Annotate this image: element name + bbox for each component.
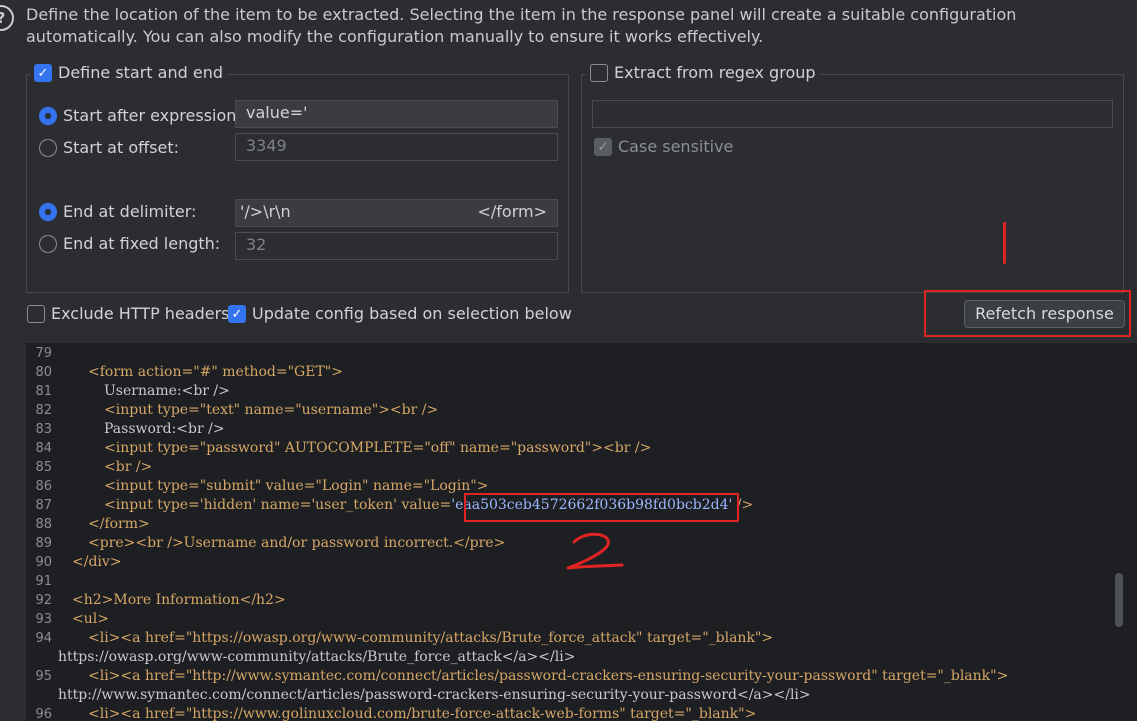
exclude-headers-label: Exclude HTTP headers: [51, 304, 230, 323]
line-number: 91: [35, 574, 52, 589]
end-fixed-radio[interactable]: [39, 235, 57, 253]
line-number: 86: [35, 479, 52, 494]
define-start-end-checkbox[interactable]: ✓: [34, 64, 52, 82]
define-start-end-label: Define start and end: [58, 63, 223, 82]
end-delimiter-input[interactable]: '/>\r\n </form>: [235, 199, 558, 227]
start-offset-label: Start at offset:: [63, 138, 179, 157]
regex-group-header: Extract from regex group: [586, 63, 820, 83]
line-number: 80: [35, 365, 52, 380]
start-after-input[interactable]: value=': [235, 100, 558, 128]
code-line: <li><a href="http://www.symantec.com/con…: [88, 668, 1009, 684]
code-line: <h2>More Information</h2>: [72, 592, 286, 608]
code-line: <li><a href="https://www.golinuxcloud.co…: [88, 706, 757, 721]
line-number: 88: [35, 517, 52, 532]
start-after-label: Start after expression:: [63, 106, 242, 125]
exclude-headers-checkbox[interactable]: [27, 305, 45, 323]
code-line: Password:<br />: [104, 421, 225, 437]
start-offset-input[interactable]: 3349: [235, 133, 558, 161]
end-delimiter-radio[interactable]: [39, 203, 57, 221]
code-line: Username:<br />: [104, 383, 230, 399]
code-line: <li><a href="https://owasp.org/www-commu…: [88, 630, 774, 646]
line-gutter: [26, 343, 54, 721]
end-fixed-label: End at fixed length:: [63, 234, 221, 253]
token-highlight-box: [464, 493, 739, 522]
line-number: 93: [35, 612, 52, 627]
update-config-checkbox[interactable]: ✓: [228, 305, 246, 323]
line-number: 94: [35, 631, 52, 646]
case-sensitive-checkbox: ✓: [594, 138, 612, 156]
start-after-radio[interactable]: [39, 107, 57, 125]
regex-group-label: Extract from regex group: [614, 63, 816, 82]
code-line: <input type="submit" value="Login" name=…: [104, 478, 489, 494]
line-number: 92: [35, 593, 52, 608]
case-sensitive-label: Case sensitive: [618, 137, 734, 156]
end-delimiter-option[interactable]: End at delimiter:: [39, 202, 196, 222]
line-number: 89: [35, 536, 52, 551]
end-fixed-option[interactable]: End at fixed length:: [39, 234, 220, 254]
end-delimiter-label: End at delimiter:: [63, 202, 197, 221]
update-config-label: Update config based on selection below: [252, 304, 572, 323]
description-text: Define the location of the item to be ex…: [26, 5, 1017, 46]
line-number: 84: [35, 441, 52, 456]
code-line: <pre><br />Username and/or password inco…: [88, 535, 506, 551]
code-line: <input type="password" AUTOCOMPLETE="off…: [104, 440, 652, 456]
regex-input[interactable]: [592, 100, 1113, 128]
code-line: <br />: [104, 459, 153, 475]
code-line: <input type="text" name="username"><br /…: [104, 402, 439, 418]
annotation-mark-1: [1003, 222, 1006, 264]
help-icon: ?: [0, 5, 14, 31]
line-number: 81: [35, 384, 52, 399]
case-sensitive-option: ✓ Case sensitive: [594, 137, 733, 157]
code-line: <form action="#" method="GET">: [88, 364, 343, 380]
define-start-end-header: ✓ Define start and end: [30, 63, 227, 83]
line-number: 83: [35, 422, 52, 437]
end-delimiter-value: '/>\r\n: [240, 202, 291, 221]
start-offset-radio[interactable]: [39, 139, 57, 157]
code-line: <ul>: [72, 611, 109, 627]
line-number: 82: [35, 403, 52, 418]
annotation-mark-2: [566, 532, 624, 570]
exclude-headers-option[interactable]: Exclude HTTP headers: [27, 304, 230, 324]
update-config-option[interactable]: ✓ Update config based on selection below: [228, 304, 572, 324]
refetch-response-button[interactable]: Refetch response: [964, 300, 1125, 328]
code-line: </div>: [72, 554, 122, 570]
line-number: 96: [35, 707, 52, 721]
line-number: 90: [35, 555, 52, 570]
end-fixed-input[interactable]: 32: [235, 232, 558, 260]
line-number: 87: [35, 498, 52, 513]
line-number: 79: [35, 346, 52, 361]
code-line: https://owasp.org/www-community/attacks/…: [58, 649, 576, 665]
code-scrollbar-thumb[interactable]: [1115, 573, 1123, 627]
start-offset-option[interactable]: Start at offset:: [39, 138, 179, 158]
code-line: http://www.symantec.com/connect/articles…: [58, 687, 811, 703]
line-number: 95: [35, 669, 52, 684]
code-fragment: <input type='hidden' name='user_token' v…: [104, 497, 452, 513]
start-after-option[interactable]: Start after expression:: [39, 106, 242, 126]
line-number: 85: [35, 460, 52, 475]
regex-group-checkbox[interactable]: [590, 64, 608, 82]
code-line: </form>: [88, 516, 150, 532]
end-delimiter-value-2: </form>: [477, 202, 547, 221]
